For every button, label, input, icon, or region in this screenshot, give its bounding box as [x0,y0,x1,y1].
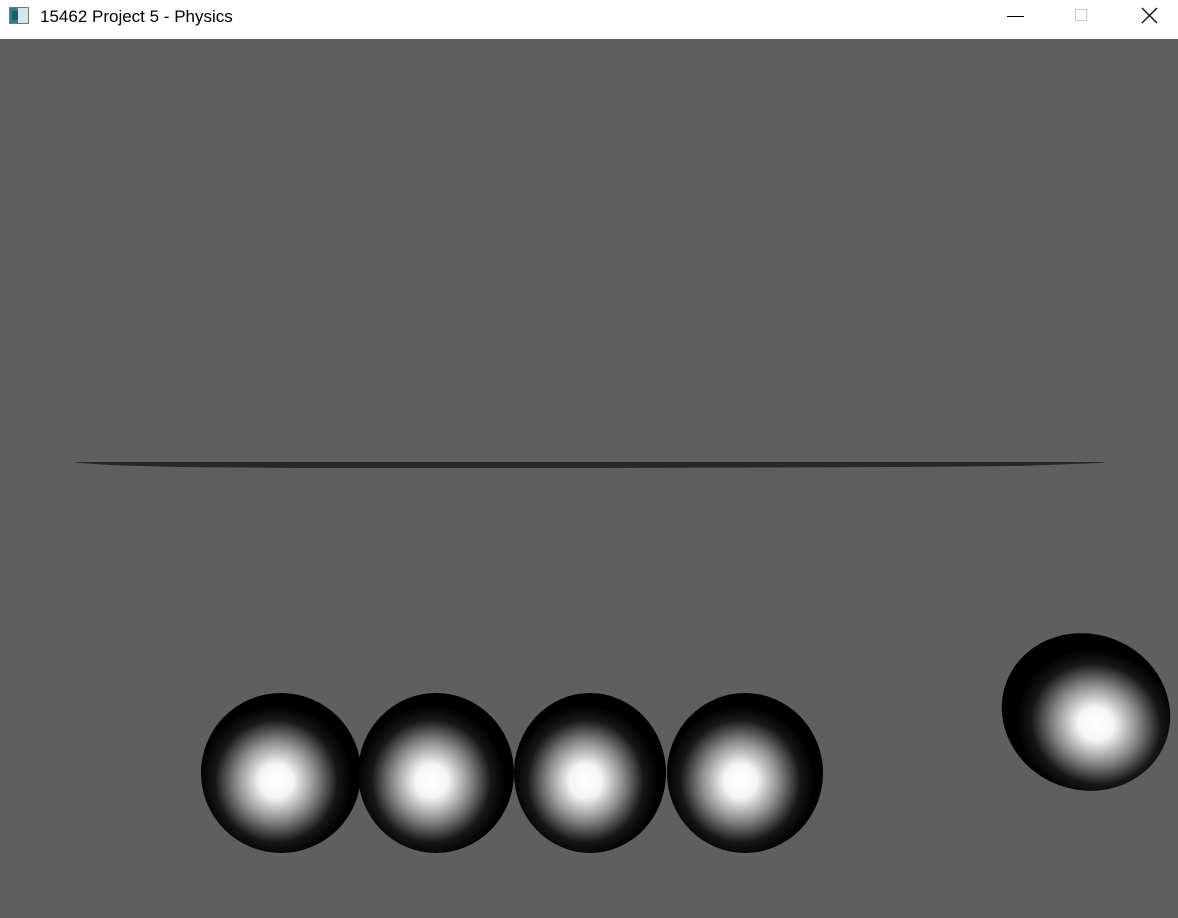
sphere [514,693,666,853]
close-icon [1141,7,1158,24]
sphere [667,693,823,853]
ground-plane [74,462,1106,468]
opengl-viewport[interactable] [0,39,1178,918]
app-window-icon[interactable] [9,7,29,24]
physics-scene [74,462,1171,853]
minimize-button[interactable] [993,0,1039,32]
sphere [358,693,514,853]
title-bar[interactable]: 15462 Project 5 - Physics [0,0,1178,39]
minimize-icon [1007,16,1024,17]
sphere [201,693,361,853]
window-title: 15462 Project 5 - Physics [40,7,233,26]
application-window: 15462 Project 5 - Physics [0,0,1178,918]
maximize-button[interactable] [1058,0,1104,32]
close-button[interactable] [1126,0,1172,32]
maximize-icon [1075,9,1087,21]
sphere [1001,633,1171,791]
